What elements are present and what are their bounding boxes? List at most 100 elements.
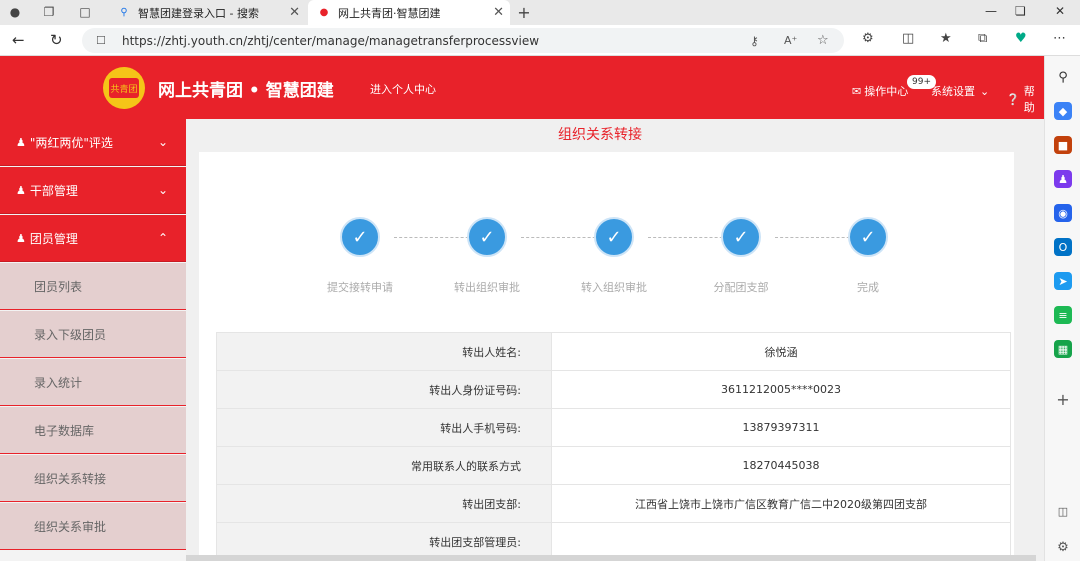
row-value: 13879397311: [551, 408, 1011, 447]
nav-item-transfer[interactable]: 组织关系转接: [0, 455, 186, 502]
chevron-down-icon: ⌄: [157, 183, 168, 197]
restore-icon[interactable]: ❏: [1015, 4, 1026, 18]
row-label: 转出人姓名:: [216, 332, 552, 371]
lock-icon[interactable]: ☐: [96, 34, 106, 47]
profile-icon[interactable]: ●: [6, 3, 24, 21]
row-value: 江西省上饶市上饶市广信区教育广信二中2020级第四团支部: [551, 484, 1011, 523]
outlook-icon[interactable]: O: [1054, 238, 1072, 256]
league-emblem-icon: ●: [319, 7, 329, 18]
left-nav: ♟ "两红两优"评选 ⌄ ♟ 干部管理 ⌄ ♟ 团员管理 ⌃ 团员列表 录入下级…: [0, 119, 186, 561]
league-logo[interactable]: 共青团: [103, 67, 145, 109]
page-title: 组织关系转接: [558, 127, 642, 143]
users-icon: ♟: [16, 231, 26, 245]
main-content: 组织关系转接 ✓ 提交接转申请 ✓ 转出组织审批 ✓ 转入组织审批 ✓ 分配团支…: [186, 119, 1044, 561]
row-label: 转出人身份证号码:: [216, 370, 552, 409]
tab-title: 智慧团建登录入口 - 搜索: [138, 6, 259, 20]
users-icon: ♟: [16, 183, 26, 197]
settings-menu[interactable]: 系统设置 ⌄: [931, 83, 989, 99]
row-label: 常用联系人的联系方式: [216, 446, 552, 485]
check-icon: ✓: [594, 217, 634, 257]
ops-center-label: 操作中心: [864, 85, 909, 98]
help-icon: ❔: [1006, 92, 1020, 106]
transfer-card: ✓ 提交接转申请 ✓ 转出组织审批 ✓ 转入组织审批 ✓ 分配团支部 ✓ 完成 …: [199, 152, 1014, 561]
table-row: 转出人姓名: 徐悦涵: [216, 332, 1011, 371]
tab-zhtj[interactable]: ● 网上共青团·智慧团建 ✕: [308, 0, 510, 25]
transfer-info-table: 转出人姓名: 徐悦涵 转出人身份证号码: 3611212005****0023 …: [216, 332, 1011, 561]
search-icon[interactable]: ⚲: [1054, 68, 1072, 86]
mail-icon: ✉: [852, 84, 862, 98]
nav-group-member[interactable]: ♟ 团员管理 ⌃: [0, 215, 186, 262]
close-tab-icon[interactable]: ✕: [289, 5, 300, 20]
new-tab-button[interactable]: +: [515, 3, 533, 22]
shopping-icon[interactable]: ◆: [1054, 102, 1072, 120]
tab-search[interactable]: ⚲ 智慧团建登录入口 - 搜索 ✕: [108, 0, 306, 25]
favorites-icon[interactable]: ★: [940, 31, 952, 46]
users-icon: ♟: [16, 135, 26, 149]
browser-essentials-icon[interactable]: ♥: [1015, 31, 1027, 46]
table-row: 转出团支部: 江西省上饶市上饶市广信区教育广信二中2020级第四团支部: [216, 484, 1011, 523]
step-complete: ✓ 完成: [803, 217, 933, 295]
horizontal-scrollbar[interactable]: [186, 555, 1036, 561]
nav-group-label: 团员管理: [29, 231, 78, 246]
table-row: 转出人手机号码: 13879397311: [216, 408, 1011, 447]
site-header: 共青团 网上共青团 • 智慧团建 进入个人中心 ✉ 操作中心 99+ 系统设置 …: [0, 56, 1044, 119]
nav-group-label: 干部管理: [29, 183, 78, 198]
favorite-star-icon[interactable]: ☆: [817, 33, 829, 48]
chevron-down-icon: ⌄: [157, 135, 168, 149]
check-icon: ✓: [848, 217, 888, 257]
row-value: 3611212005****0023: [551, 370, 1011, 409]
check-icon: ✓: [340, 217, 380, 257]
more-menu-icon[interactable]: ⋯: [1053, 31, 1066, 46]
sidebar-hide-icon[interactable]: ◫: [1054, 502, 1072, 520]
send-icon[interactable]: ➤: [1054, 272, 1072, 290]
help-label: 帮助: [1023, 85, 1035, 114]
ops-center-link[interactable]: ✉ 操作中心: [852, 83, 908, 99]
tab-actions-icon[interactable]: □: [76, 3, 94, 21]
search-icon: ⚲: [120, 7, 128, 18]
step-submit: ✓ 提交接转申请: [295, 217, 425, 295]
step-label: 提交接转申请: [327, 281, 393, 294]
tab-title: 网上共青团·智慧团建: [338, 6, 441, 20]
nav-group-cadre[interactable]: ♟ 干部管理 ⌄: [0, 167, 186, 214]
workspaces-icon[interactable]: ❐: [40, 3, 58, 21]
nav-item-member-list[interactable]: 团员列表: [0, 263, 186, 310]
nav-item-e-database[interactable]: 电子数据库: [0, 407, 186, 454]
back-icon[interactable]: ←: [12, 31, 25, 49]
collections-icon[interactable]: ⧉: [978, 31, 987, 46]
minimize-icon[interactable]: —: [985, 4, 997, 18]
settings-icon[interactable]: ⚙: [1054, 538, 1072, 556]
browser-sidebar: ⚲ ◆ ■ ♟ ◉ O ➤ ≡ ▦ + ◫ ⚙: [1044, 56, 1080, 561]
chevron-up-icon: ⌃: [157, 231, 168, 245]
table-row: 常用联系人的联系方式 18270445038: [216, 446, 1011, 485]
url-field[interactable]: ☐ https://zhtj.youth.cn/zhtj/center/mana…: [82, 28, 844, 53]
step-label: 分配团支部: [713, 281, 769, 294]
app-icon[interactable]: ▦: [1054, 340, 1072, 358]
chevron-down-icon: ⌄: [980, 84, 990, 98]
key-icon[interactable]: ⚷: [750, 34, 759, 48]
office-icon[interactable]: ◉: [1054, 204, 1072, 222]
logo-text: 共青团: [109, 78, 139, 98]
nav-item-transfer-approval[interactable]: 组织关系审批: [0, 503, 186, 550]
spotify-icon[interactable]: ≡: [1054, 306, 1072, 324]
close-window-icon[interactable]: ✕: [1055, 4, 1065, 18]
browser-tab-bar: ● ❐ □ ⚲ 智慧团建登录入口 - 搜索 ✕ ● 网上共青团·智慧团建 ✕ +…: [0, 0, 1080, 25]
read-aloud-icon[interactable]: A⁺: [784, 34, 797, 47]
close-tab-icon[interactable]: ✕: [493, 5, 504, 20]
nav-group-evaluation[interactable]: ♟ "两红两优"评选 ⌄: [0, 119, 186, 166]
add-icon[interactable]: +: [1054, 390, 1072, 409]
step-label: 完成: [857, 281, 879, 294]
nav-item-entry-stats[interactable]: 录入统计: [0, 359, 186, 406]
help-link[interactable]: ❔ 帮助: [1006, 83, 1044, 115]
site-title: 网上共青团 • 智慧团建: [158, 81, 334, 101]
refresh-icon[interactable]: ↻: [50, 31, 63, 49]
step-out-approval: ✓ 转出组织审批: [422, 217, 552, 295]
check-icon: ✓: [467, 217, 507, 257]
personal-center-link[interactable]: 进入个人中心: [370, 81, 436, 97]
nav-group-label: "两红两优"评选: [29, 135, 113, 150]
tools-icon[interactable]: ■: [1054, 136, 1072, 154]
extensions-icon[interactable]: ⚙: [862, 31, 874, 46]
split-screen-icon[interactable]: ◫: [902, 31, 914, 46]
games-icon[interactable]: ♟: [1054, 170, 1072, 188]
settings-label: 系统设置: [931, 85, 975, 98]
nav-item-add-member[interactable]: 录入下级团员: [0, 311, 186, 358]
